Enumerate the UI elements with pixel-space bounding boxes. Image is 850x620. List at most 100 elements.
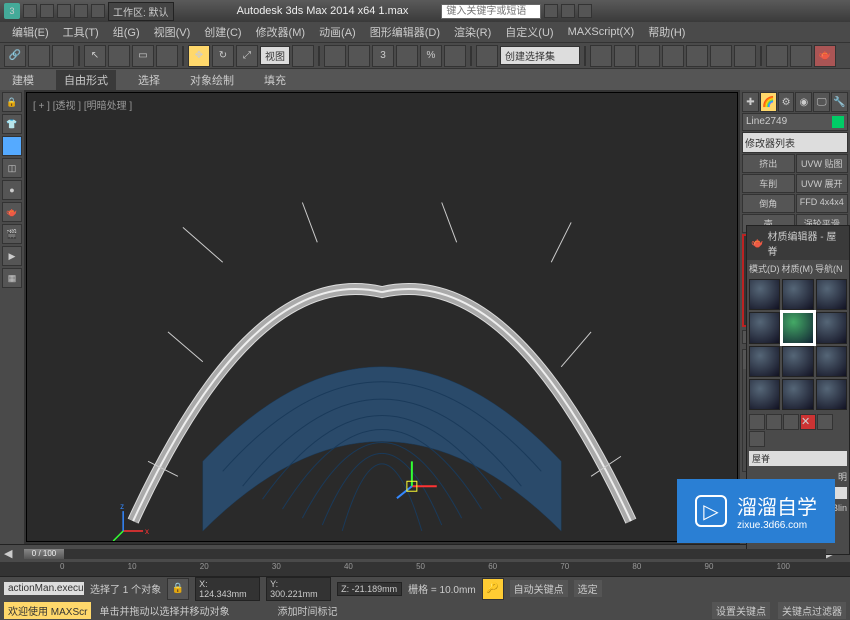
- mirror-icon[interactable]: [590, 45, 612, 67]
- lt-teapot-icon[interactable]: 🫖: [2, 202, 22, 222]
- rotate-icon[interactable]: ↻: [212, 45, 234, 67]
- render-icon[interactable]: 🫖: [814, 45, 836, 67]
- help-icon[interactable]: [544, 4, 558, 18]
- mat-slot-10[interactable]: [749, 379, 780, 410]
- search-input[interactable]: [441, 4, 541, 19]
- mat-slot-3[interactable]: [816, 279, 847, 310]
- redo-icon[interactable]: [91, 4, 105, 18]
- menu-help[interactable]: 帮助(H): [642, 22, 691, 42]
- mod-bevel[interactable]: 倒角: [742, 194, 795, 213]
- mat-menu-nav[interactable]: 导航(N: [815, 262, 843, 275]
- mat-copy-icon[interactable]: [817, 414, 833, 430]
- lt-play-icon[interactable]: ▶: [2, 246, 22, 266]
- schematic-icon[interactable]: [710, 45, 732, 67]
- lt-lock-icon[interactable]: 🔒: [2, 92, 22, 112]
- pivot-icon[interactable]: [292, 45, 314, 67]
- rect-select-icon[interactable]: ▭: [132, 45, 154, 67]
- lt-light-icon[interactable]: [2, 136, 22, 156]
- favorite-icon[interactable]: [561, 4, 575, 18]
- mat-menu-material[interactable]: 材质(M): [782, 262, 814, 275]
- window-cross-icon[interactable]: [156, 45, 178, 67]
- spinner-snap-icon[interactable]: [444, 45, 466, 67]
- mat-menu-mode[interactable]: 模式(D): [749, 262, 780, 275]
- mat-slot-4[interactable]: [749, 312, 780, 343]
- layers-icon[interactable]: [638, 45, 660, 67]
- align-icon[interactable]: [614, 45, 636, 67]
- app-icon[interactable]: 3: [4, 3, 20, 19]
- script-listener[interactable]: actionMan.execu: [4, 582, 84, 595]
- select-name-icon[interactable]: [108, 45, 130, 67]
- cp-tab-create[interactable]: ✚: [742, 92, 759, 112]
- coord-y[interactable]: Y: 300.221mm: [266, 577, 331, 601]
- time-ruler[interactable]: 0102030405060708090100: [0, 562, 850, 576]
- bind-icon[interactable]: [52, 45, 74, 67]
- object-name-field[interactable]: Line2749: [742, 113, 848, 131]
- lt-grid-icon[interactable]: ▦: [2, 268, 22, 288]
- selkey-button[interactable]: 选定: [574, 580, 602, 597]
- mat-reset-icon[interactable]: ✕: [800, 414, 816, 430]
- ribbon-tab-populate[interactable]: 填充: [256, 70, 294, 90]
- material-editor-icon[interactable]: [734, 45, 756, 67]
- cp-tab-display[interactable]: 🖵: [813, 92, 830, 112]
- scale-icon[interactable]: ⤢: [236, 45, 258, 67]
- ribbon-tab-modeling[interactable]: 建模: [4, 70, 42, 90]
- menu-edit[interactable]: 编辑(E): [6, 22, 55, 42]
- menu-group[interactable]: 组(G): [107, 22, 146, 42]
- menu-customize[interactable]: 自定义(U): [499, 22, 559, 42]
- menu-animation[interactable]: 动画(A): [313, 22, 362, 42]
- keyboard-icon[interactable]: [348, 45, 370, 67]
- graphite-icon[interactable]: [662, 45, 684, 67]
- mat-assign-icon[interactable]: [783, 414, 799, 430]
- mat-options-icon[interactable]: [749, 431, 765, 447]
- save-icon[interactable]: [57, 4, 71, 18]
- mat-slot-8[interactable]: [782, 346, 813, 377]
- mat-slot-7[interactable]: [749, 346, 780, 377]
- open-icon[interactable]: [40, 4, 54, 18]
- mat-slot-5[interactable]: [782, 312, 813, 343]
- manipulate-icon[interactable]: [324, 45, 346, 67]
- autokey-button[interactable]: 自动关键点: [510, 580, 568, 597]
- mat-slot-2[interactable]: [782, 279, 813, 310]
- menu-tools[interactable]: 工具(T): [57, 22, 105, 42]
- select-icon[interactable]: ↖: [84, 45, 106, 67]
- mod-extrude[interactable]: 挤出: [742, 154, 795, 173]
- mat-slot-11[interactable]: [782, 379, 813, 410]
- cp-tab-utilities[interactable]: 🔧: [831, 92, 848, 112]
- coord-z[interactable]: Z: -21.189mm: [337, 582, 402, 596]
- move-icon[interactable]: ✥: [188, 45, 210, 67]
- time-slider[interactable]: ◀ 0 / 100 ▶: [0, 544, 850, 562]
- lt-film-icon[interactable]: 🎬: [2, 224, 22, 244]
- link-icon[interactable]: 🔗: [4, 45, 26, 67]
- key-icon[interactable]: 🔑: [482, 578, 504, 600]
- ribbon-tab-freeform[interactable]: 自由形式: [56, 70, 116, 90]
- lock-selection-icon[interactable]: 🔒: [167, 578, 189, 600]
- new-icon[interactable]: [23, 4, 37, 18]
- cp-tab-modify[interactable]: 🌈: [760, 92, 777, 112]
- menu-modifiers[interactable]: 修改器(M): [250, 22, 312, 42]
- time-tag-field[interactable]: 添加时间标记: [277, 603, 337, 618]
- workspace-dropdown[interactable]: 工作区: 默认: [108, 2, 174, 21]
- mat-get-icon[interactable]: [749, 414, 765, 430]
- ribbon-tab-selection[interactable]: 选择: [130, 70, 168, 90]
- mod-ffd[interactable]: FFD 4x4x4: [796, 194, 849, 213]
- menu-maxscript[interactable]: MAXScript(X): [562, 24, 641, 40]
- modifier-list-dropdown[interactable]: 修改器列表: [742, 132, 848, 153]
- percent-snap-icon[interactable]: %: [420, 45, 442, 67]
- coord-x[interactable]: X: 124.343mm: [195, 577, 260, 601]
- time-thumb[interactable]: 0 / 100: [24, 549, 64, 559]
- material-name-field[interactable]: 屋脊: [749, 451, 847, 466]
- mat-slot-6[interactable]: [816, 312, 847, 343]
- lt-cube-icon[interactable]: ◫: [2, 158, 22, 178]
- ref-coord-dropdown[interactable]: 视图: [260, 46, 290, 65]
- cp-tab-motion[interactable]: ◉: [795, 92, 812, 112]
- mat-put-icon[interactable]: [766, 414, 782, 430]
- mod-uvwmap[interactable]: UVW 贴图: [796, 154, 849, 173]
- snap-icon[interactable]: 3: [372, 45, 394, 67]
- viewport[interactable]: [ + ] [透视 ] [明暗处理 ]: [26, 92, 738, 542]
- cp-tab-hierarchy[interactable]: ⚙: [778, 92, 795, 112]
- time-left-icon[interactable]: ◀: [4, 547, 24, 560]
- named-sel-dropdown[interactable]: 创建选择集: [500, 46, 580, 65]
- render-frame-icon[interactable]: [790, 45, 812, 67]
- unlink-icon[interactable]: [28, 45, 50, 67]
- keyfilter-button[interactable]: 关键点过滤器: [778, 602, 846, 619]
